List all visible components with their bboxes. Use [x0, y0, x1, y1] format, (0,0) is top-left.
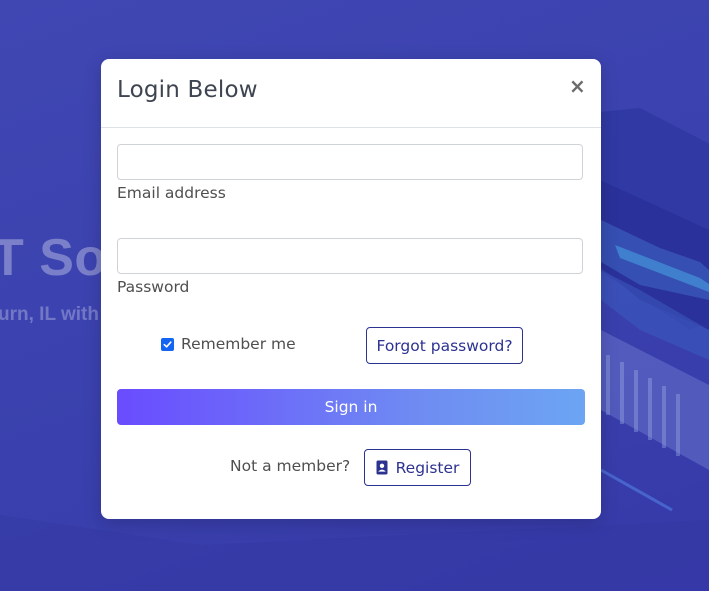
remember-me-label: Remember me	[181, 335, 296, 353]
close-icon: ×	[569, 74, 586, 98]
modal-title: Login Below	[117, 77, 258, 103]
contact-card-icon	[376, 460, 388, 475]
modal-header: Login Below ×	[101, 59, 601, 128]
remember-me-row: Remember me	[161, 335, 296, 353]
sign-in-button[interactable]: Sign in	[117, 389, 585, 425]
remember-me-checkbox[interactable]	[161, 337, 174, 351]
email-field[interactable]	[117, 144, 583, 180]
register-button[interactable]: Register	[364, 449, 471, 486]
password-field[interactable]	[117, 238, 583, 274]
email-label: Email address	[117, 184, 226, 202]
register-label: Register	[395, 458, 460, 477]
forgot-password-label: Forgot password?	[376, 336, 513, 355]
password-label: Password	[117, 278, 190, 296]
login-modal: Login Below × Email address Password Rem…	[101, 59, 601, 519]
close-button[interactable]: ×	[569, 74, 586, 98]
check-icon	[163, 340, 172, 348]
not-a-member-text: Not a member?	[230, 457, 351, 475]
forgot-password-button[interactable]: Forgot password?	[366, 327, 523, 364]
sign-in-label: Sign in	[324, 398, 378, 416]
background-hero-subtitle: urn, IL with	[0, 304, 99, 325]
